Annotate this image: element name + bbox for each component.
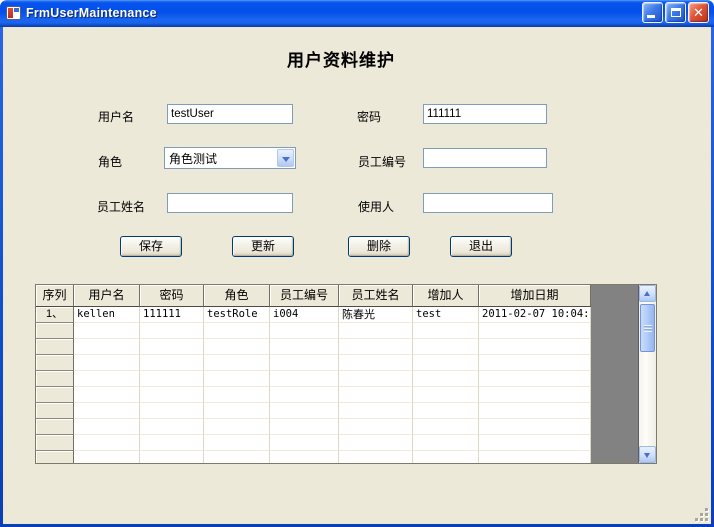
username-label: 用户名 xyxy=(98,108,134,125)
employee-name-label: 员工姓名 xyxy=(97,198,145,215)
role-label: 角色 xyxy=(98,153,122,170)
cell-password[interactable]: 111111 xyxy=(140,307,204,323)
cell-added-by[interactable]: test xyxy=(413,307,479,323)
cell-employee-name[interactable]: 陈春光 xyxy=(339,307,413,323)
empty-table-row xyxy=(36,323,656,339)
password-input[interactable] xyxy=(423,104,547,124)
resize-grip[interactable] xyxy=(695,508,708,521)
empty-table-row xyxy=(36,371,656,387)
employee-no-label: 员工编号 xyxy=(358,153,406,170)
column-header-added-by[interactable]: 增加人 xyxy=(413,285,479,307)
scroll-up-icon[interactable] xyxy=(639,285,656,302)
username-input[interactable] xyxy=(167,104,293,124)
empty-table-row xyxy=(36,403,656,419)
empty-table-row xyxy=(36,387,656,403)
table-row[interactable]: 1、 kellen 111111 testRole i004 陈春光 test … xyxy=(36,307,656,323)
grid-unused-area xyxy=(591,285,639,463)
grid-header-row: 序列 用户名 密码 角色 员工编号 员工姓名 增加人 增加日期 xyxy=(36,285,656,307)
empty-table-row xyxy=(36,435,656,451)
owner-label: 使用人 xyxy=(358,198,394,215)
update-button[interactable]: 更新 xyxy=(232,236,294,257)
row-header-cell[interactable]: 1、 xyxy=(36,307,74,323)
empty-table-row xyxy=(36,419,656,435)
save-button[interactable]: 保存 xyxy=(120,236,182,257)
column-header-password[interactable]: 密码 xyxy=(140,285,204,307)
password-label: 密码 xyxy=(357,108,381,125)
chevron-down-icon[interactable] xyxy=(277,149,294,167)
app-window: FrmUserMaintenance ✕ 用户资料维护 用户名 密码 角色 角色… xyxy=(0,0,714,527)
empty-table-row xyxy=(36,339,656,355)
cell-username[interactable]: kellen xyxy=(74,307,140,323)
owner-input[interactable] xyxy=(423,193,553,213)
column-header-role[interactable]: 角色 xyxy=(204,285,270,307)
cell-add-date[interactable]: 2011-02-07 10:04:51 xyxy=(479,307,591,323)
employee-no-input[interactable] xyxy=(423,148,547,168)
delete-button[interactable]: 删除 xyxy=(348,236,410,257)
scrollbar-thumb[interactable] xyxy=(640,304,655,352)
role-combobox[interactable]: 角色测试 xyxy=(164,147,296,169)
cell-role[interactable]: testRole xyxy=(204,307,270,323)
form-client-area: 用户资料维护 用户名 密码 角色 角色测试 员工编号 员工姓名 使用人 保存 更… xyxy=(3,27,711,524)
page-title: 用户资料维护 xyxy=(3,46,679,71)
empty-table-row xyxy=(36,355,656,371)
window-icon xyxy=(6,6,21,20)
column-header-sequence[interactable]: 序列 xyxy=(36,285,74,307)
column-header-add-date[interactable]: 增加日期 xyxy=(479,285,591,307)
empty-table-row xyxy=(36,451,656,464)
vertical-scrollbar[interactable] xyxy=(639,285,656,463)
exit-button[interactable]: 退出 xyxy=(450,236,512,257)
user-data-grid[interactable]: 序列 用户名 密码 角色 员工编号 员工姓名 增加人 增加日期 1、 kelle… xyxy=(35,284,657,464)
cell-employee-no[interactable]: i004 xyxy=(270,307,339,323)
window-title: FrmUserMaintenance xyxy=(26,6,642,20)
column-header-employee-name[interactable]: 员工姓名 xyxy=(339,285,413,307)
title-bar[interactable]: FrmUserMaintenance ✕ xyxy=(0,0,714,27)
employee-name-input[interactable] xyxy=(167,193,293,213)
maximize-icon[interactable] xyxy=(665,2,686,23)
role-combobox-value: 角色测试 xyxy=(165,150,276,167)
close-icon[interactable]: ✕ xyxy=(688,2,709,23)
column-header-username[interactable]: 用户名 xyxy=(74,285,140,307)
column-header-employee-no[interactable]: 员工编号 xyxy=(270,285,339,307)
minimize-icon[interactable] xyxy=(642,2,663,23)
scroll-down-icon[interactable] xyxy=(639,446,656,463)
